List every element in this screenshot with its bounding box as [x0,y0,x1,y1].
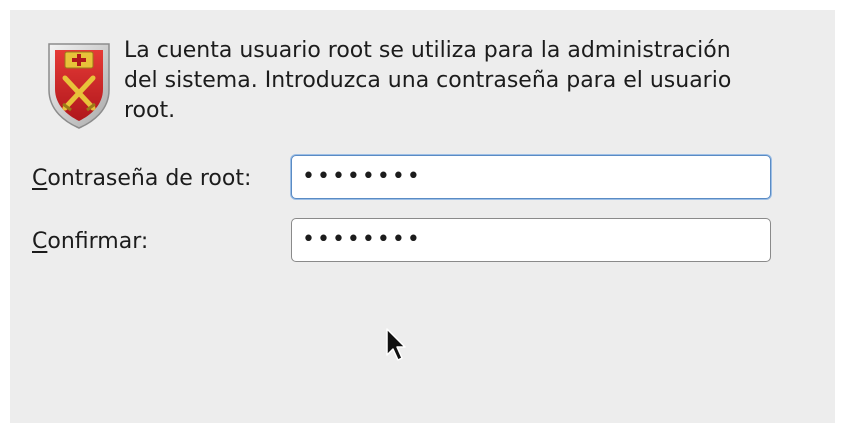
root-password-panel: La cuenta usuario root se utiliza para l… [10,10,835,423]
info-message: La cuenta usuario root se utiliza para l… [45,36,835,146]
confirm-mnemonic: C [32,229,48,254]
shield-icon [48,43,110,129]
confirm-password-input[interactable]: •••••••• [291,218,771,262]
info-text: La cuenta usuario root se utiliza para l… [124,38,732,123]
confirm-password-label: Confirmar: [32,228,148,256]
root-password-label-text: ontraseña de root: [47,166,252,191]
mouse-pointer-icon [386,328,406,361]
root-password-mnemonic: C [32,166,48,191]
confirm-label-text: onfirmar: [47,229,149,254]
root-password-input[interactable]: •••••••• [291,155,771,199]
root-password-label: Contraseña de root: [32,165,251,193]
